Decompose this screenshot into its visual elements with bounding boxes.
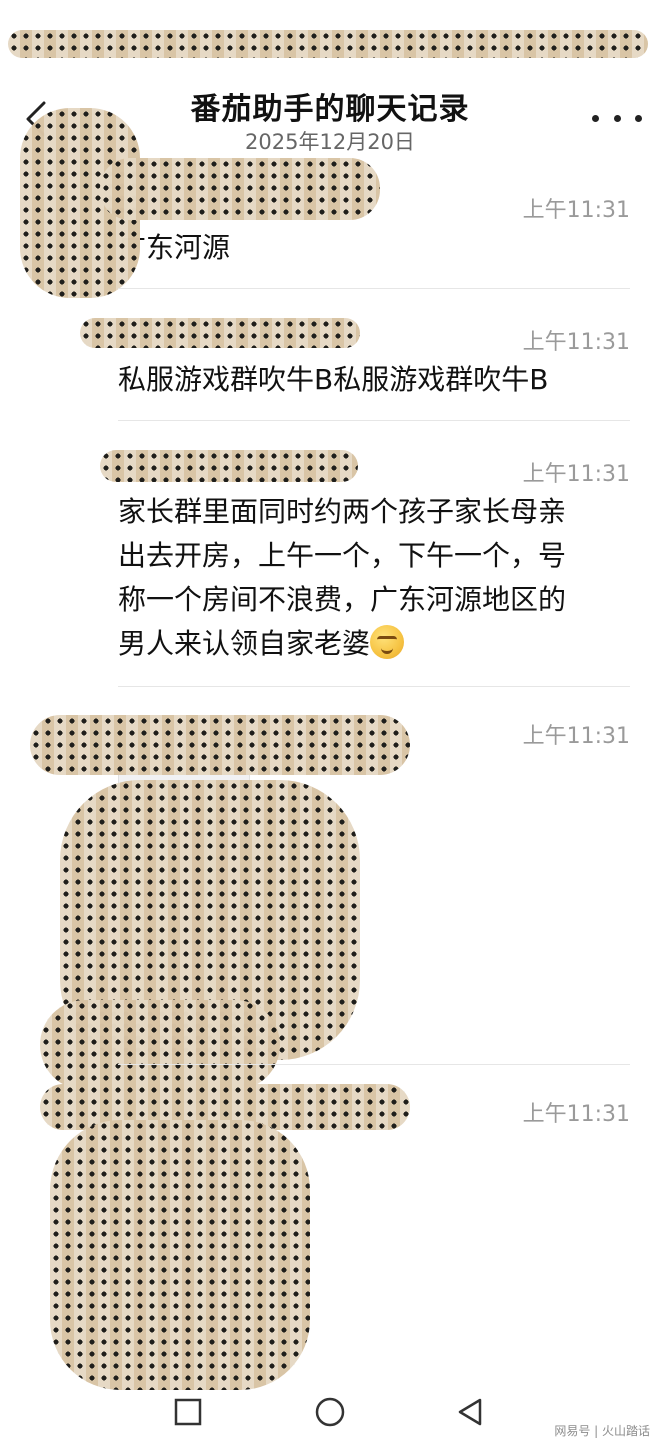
square-icon xyxy=(174,1398,202,1426)
divider xyxy=(118,288,630,289)
message-time: 上午11:31 xyxy=(522,1102,630,1127)
message-line: 称一个房间不浪费，广东河源地区的 xyxy=(118,583,567,616)
message-text: 私服游戏群吹牛B私服游戏群吹牛B xyxy=(118,363,549,396)
message-line: 出去开房，上午一个，下午一个，号 xyxy=(118,539,567,572)
system-nav-bar: 网易号 | 火山踏话 xyxy=(0,1380,660,1444)
message-time: 上午11:31 xyxy=(522,330,630,355)
smirk-face-emoji xyxy=(370,625,405,659)
system-back-button[interactable] xyxy=(450,1392,490,1432)
message-text: 家长群里面同时约两个孩子家长母亲 出去开房，上午一个，下午一个，号 称一个房间不… xyxy=(118,490,566,666)
message-line: 男人来认领自家老婆 xyxy=(118,622,566,666)
more-button[interactable] xyxy=(592,100,642,136)
divider xyxy=(118,686,630,687)
divider xyxy=(118,420,630,421)
message-time: 上午11:31 xyxy=(522,462,630,487)
image-censor xyxy=(30,715,410,775)
message-time: 上午11:31 xyxy=(522,198,630,223)
message-time: 上午11:31 xyxy=(522,724,630,749)
circle-icon xyxy=(315,1397,345,1427)
sender-censor xyxy=(100,158,380,220)
more-dots-icon xyxy=(592,114,599,122)
chat-history-page: 番茄助手的聊天记录 2025年12月20日 上午11:31 广东河源 上午11:… xyxy=(0,0,660,1444)
home-button[interactable] xyxy=(310,1392,350,1432)
triangle-left-icon xyxy=(458,1398,482,1426)
watermark: 网易号 | 火山踏话 xyxy=(554,1424,650,1438)
image-censor xyxy=(50,1120,310,1390)
image-censor xyxy=(40,1000,280,1090)
message-item[interactable]: 上午11:31 家长群里面同时约两个孩子家长母亲 出去开房，上午一个，下午一个，… xyxy=(118,456,630,676)
divider xyxy=(118,1064,630,1065)
recent-apps-button[interactable] xyxy=(168,1392,208,1432)
message-line: 家长群里面同时约两个孩子家长母亲 xyxy=(118,495,567,528)
sender-censor xyxy=(80,318,360,348)
status-bar-censor xyxy=(8,30,648,58)
status-bar xyxy=(0,0,660,70)
sender-censor xyxy=(100,450,358,482)
